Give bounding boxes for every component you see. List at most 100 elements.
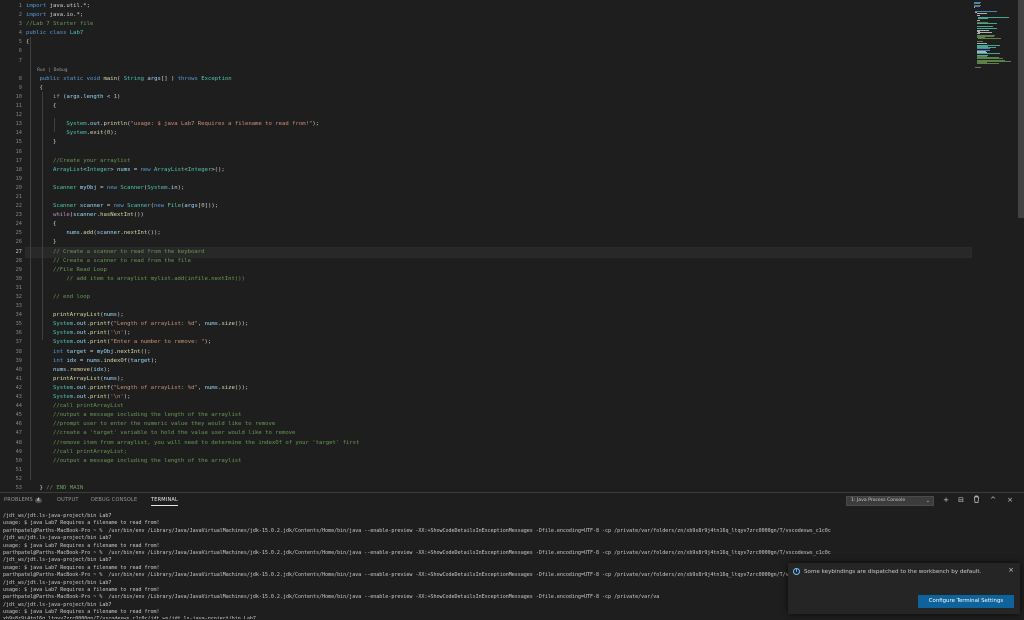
code-area[interactable]: import java.util.*; import java.io.*;//La… xyxy=(25,2,972,492)
code-lens-run-debug[interactable]: Run | Debug xyxy=(26,66,971,75)
line-number: 2 xyxy=(18,12,22,19)
code-line[interactable] xyxy=(26,175,971,184)
code-line[interactable]: ArrayList<Integer> nums = new ArrayList<… xyxy=(26,166,971,175)
minimap-line xyxy=(978,32,993,33)
code-line[interactable] xyxy=(26,111,971,120)
code-line[interactable] xyxy=(26,57,971,66)
code-line[interactable]: //call printArrayList; xyxy=(26,448,971,457)
code-line[interactable]: System.out.printf("Length of arrayList: … xyxy=(26,384,971,393)
terminal-line-text: /jdt_ws/jdt.ls-java-project/bin Lab7 xyxy=(3,513,112,519)
line-number: 27 xyxy=(15,248,22,255)
code-line[interactable]: //call printArrayList xyxy=(26,402,971,411)
code-line[interactable]: //Create your arraylist xyxy=(26,157,971,166)
code-line[interactable]: { xyxy=(26,84,971,93)
code-line[interactable]: System.out.print("Enter a number to remo… xyxy=(26,338,971,347)
terminal-line-text: usage: $ java Lab7 Requires a filename t… xyxy=(3,586,160,593)
close-icon[interactable]: × xyxy=(1008,566,1014,574)
code-line[interactable]: //File Read Loop xyxy=(26,266,971,275)
code-line[interactable]: printArrayList(nums); xyxy=(26,375,971,384)
code-line[interactable]: // Create a scanner to read from the fil… xyxy=(26,257,971,266)
line-number: 35 xyxy=(15,321,22,328)
terminal-line: /jdt_ws/jdt.ls-java-project/bin Lab7 xyxy=(3,513,1019,520)
info-icon: i xyxy=(793,568,800,575)
code-line[interactable]: //prompt user to enter the numeric value… xyxy=(26,420,971,429)
line-number: 14 xyxy=(15,130,22,137)
code-line[interactable]: System.out.print('\n'); xyxy=(26,329,971,338)
code-line[interactable]: nums.remove(idx); xyxy=(26,366,971,375)
indent-guide xyxy=(42,204,43,230)
minimap-line xyxy=(975,67,982,68)
tab-debug-console[interactable]: DEBUG CONSOLE xyxy=(91,497,137,503)
code-line[interactable]: } // END MAIN xyxy=(26,484,971,492)
line-number: 48 xyxy=(15,439,22,446)
tab-terminal[interactable]: TERMINAL xyxy=(151,497,179,506)
tab-problems[interactable]: PROBLEMS 4 xyxy=(4,497,43,503)
line-number-gutter: 1 2 3 4 5 6 7 8 9 10 11 12 13 14 15 16 17 18 19 20 21 22 23 24 2… xyxy=(0,2,22,492)
minimap-line xyxy=(976,25,994,27)
minimap-line xyxy=(976,63,1000,65)
split-terminal-icon[interactable]: ⊟ xyxy=(956,495,966,506)
code-line[interactable]: public static void main( String args[] )… xyxy=(26,75,971,84)
code-line[interactable]: System.out.print('\n'); xyxy=(26,393,971,402)
terminal-line-text: parthpatel@Parths-MacBook-Pro ~ % /usr/b… xyxy=(3,594,660,601)
code-line[interactable]: { xyxy=(26,102,971,111)
code-line[interactable] xyxy=(26,193,971,202)
indent-guide xyxy=(42,100,43,130)
code-line[interactable] xyxy=(26,466,971,475)
code-line[interactable]: //output a message including the length … xyxy=(26,457,971,466)
code-line[interactable]: import java.util.*; xyxy=(26,2,971,11)
code-line[interactable]: //create a 'target' variable to hold the… xyxy=(26,429,971,438)
code-line[interactable]: // Create a scanner to read from the key… xyxy=(25,246,972,258)
minimap-line xyxy=(976,19,980,21)
code-line[interactable]: int target = myObj.nextInt(); xyxy=(26,348,971,357)
minimap[interactable] xyxy=(974,0,1016,70)
terminal-selector-dropdown[interactable]: 1: Java Process Console ⌄ xyxy=(846,496,934,506)
code-line[interactable]: nums.add(scanner.nextInt()); xyxy=(26,229,971,238)
code-line[interactable]: if (args.length < 1) xyxy=(26,93,971,102)
code-line[interactable]: System.exit(0); xyxy=(26,129,971,138)
configure-terminal-settings-button[interactable]: Configure Terminal Settings xyxy=(918,595,1014,608)
code-line[interactable]: Scanner myObj = new Scanner(System.in); xyxy=(26,184,971,193)
terminal-line: parthpatel@Parths-MacBook-Pro ~ % /usr/b… xyxy=(3,550,1019,557)
code-line[interactable]: System.out.println("usage: $ java Lab7 R… xyxy=(26,120,971,129)
close-panel-icon[interactable]: × xyxy=(1005,495,1015,506)
code-editor[interactable]: 1 2 3 4 5 6 7 8 9 10 11 12 13 14 15 16 17 18 19 20 21 22 23 24 2… xyxy=(0,0,1024,492)
code-line[interactable] xyxy=(26,47,971,56)
code-line[interactable]: //remove item from arraylist, you will n… xyxy=(26,439,971,448)
code-line[interactable]: public class Lab7 xyxy=(26,29,971,38)
code-line[interactable]: } xyxy=(26,238,971,247)
code-line[interactable]: while(scanner.hasNextInt()) xyxy=(26,211,971,220)
code-line[interactable]: //Lab 7 Starter file xyxy=(26,20,971,29)
terminal-line-text: parthpatel@Parths-MacBook-Pro ~ % /usr/b… xyxy=(3,527,831,534)
chevron-down-icon: ⌄ xyxy=(925,498,930,504)
code-line[interactable]: { xyxy=(26,38,971,47)
code-line[interactable]: import java.io.*; xyxy=(26,11,971,20)
line-number: 38 xyxy=(15,348,22,355)
code-line[interactable]: int idx = nums.indexOf(target); xyxy=(26,357,971,366)
maximize-panel-icon[interactable]: ^ xyxy=(988,495,998,506)
minimap-line xyxy=(974,5,980,7)
line-number: 9 xyxy=(18,84,22,91)
code-line[interactable] xyxy=(26,284,971,293)
editor-scrollbar-thumb[interactable] xyxy=(1018,0,1024,218)
terminal-line-text: /jdt_ws/jdt.ls-java-project/bin Lab7 xyxy=(3,535,112,542)
code-line[interactable] xyxy=(26,148,971,157)
tab-output[interactable]: OUTPUT xyxy=(57,497,79,503)
code-line[interactable]: Scanner scanner = new Scanner(new File(a… xyxy=(26,202,971,211)
code-line[interactable] xyxy=(26,475,971,484)
trash-icon[interactable] xyxy=(971,495,981,506)
code-line[interactable]: printArrayList(nums); xyxy=(26,311,971,320)
line-number: 52 xyxy=(15,475,22,482)
code-lens-spacer xyxy=(0,66,22,75)
code-line[interactable]: } xyxy=(26,138,971,147)
code-line[interactable]: // add item to arraylist mylist.add(infi… xyxy=(26,275,971,284)
code-line[interactable]: { xyxy=(26,220,971,229)
code-line[interactable] xyxy=(26,302,971,311)
code-line[interactable]: System.out.printf("Length of arrayList: … xyxy=(26,320,971,329)
line-number: 23 xyxy=(15,212,22,219)
line-number: 34 xyxy=(15,312,22,319)
indent-guide xyxy=(30,37,31,480)
code-line[interactable]: //output a message including the length … xyxy=(26,411,971,420)
new-terminal-icon[interactable]: + xyxy=(941,495,951,506)
code-line[interactable]: // end loop xyxy=(26,293,971,302)
